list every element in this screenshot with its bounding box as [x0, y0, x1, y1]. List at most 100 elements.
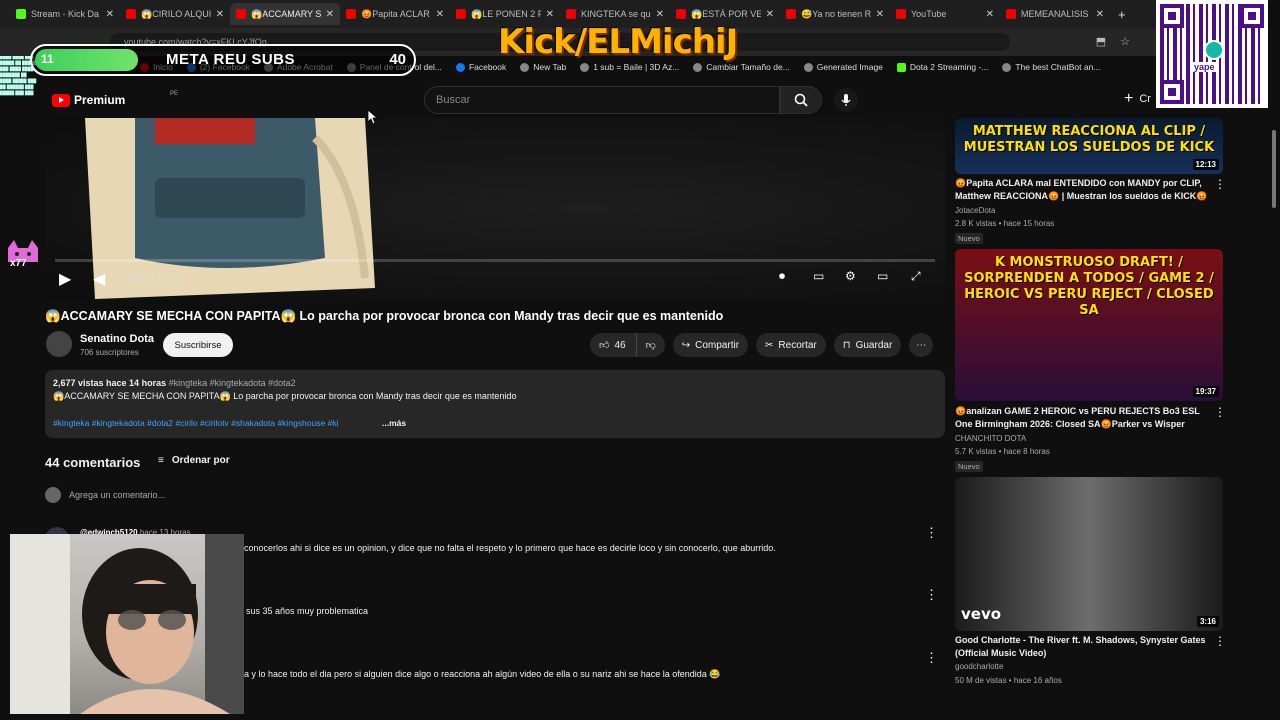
- theater-mode-icon[interactable]: ▭: [877, 269, 888, 283]
- screen: ████ ██ ██ ██ █ ██ ███ ██ ██ ██ █ ███ █ ███ ██ …: [0, 0, 1280, 720]
- youtube-logo[interactable]: Premium PE: [52, 91, 178, 107]
- browser-tab[interactable]: MEMEANALISIS ✕: [1000, 3, 1110, 25]
- bookmark-item[interactable]: Facebook: [455, 62, 507, 72]
- create-label: Cr: [1139, 93, 1151, 105]
- recommendation-thumbnail[interactable]: MATTHEW REACCIONA AL CLIP / MUESTRAN LOS…: [955, 118, 1223, 174]
- bookmark-star-icon[interactable]: ☆: [1120, 35, 1130, 48]
- mouse-cursor-icon: [368, 110, 378, 124]
- streamer-webcam: [10, 534, 244, 714]
- browser-tab[interactable]: 😅Ya no tienen R ✕: [780, 3, 890, 25]
- close-tab-icon[interactable]: ✕: [436, 9, 444, 20]
- video-title: 😱ACCAMARY SE MECHA CON PAPITA😱 Lo parcha…: [45, 309, 724, 323]
- video-description[interactable]: 2,677 vistas hace 14 horas #kingteka #ki…: [45, 370, 945, 438]
- close-tab-icon[interactable]: ✕: [1096, 9, 1104, 20]
- subscribe-button[interactable]: Suscribirse: [163, 333, 233, 357]
- close-tab-icon[interactable]: ✕: [766, 9, 774, 20]
- microphone-icon: [841, 94, 851, 106]
- autoplay-toggle-icon[interactable]: ⏺: [779, 269, 785, 284]
- channel-avatar[interactable]: [46, 331, 72, 357]
- scrollbar-thumb[interactable]: [1272, 130, 1276, 208]
- video-actions: 👍︎ 46 👎︎ ↪ Compartir ✂ Recortar ⊓ Guarda…: [590, 333, 934, 357]
- subtitles-icon[interactable]: ▭: [813, 269, 824, 283]
- recommendation-thumbnail[interactable]: vevo 3:16: [955, 477, 1223, 631]
- bookmark-item[interactable]: New Tab: [520, 62, 566, 72]
- settings-gear-icon[interactable]: ⚙: [845, 269, 856, 283]
- more-actions-button[interactable]: ⋯: [909, 333, 934, 357]
- close-tab-icon[interactable]: ✕: [656, 9, 664, 20]
- youtube-favicon-icon: [236, 9, 246, 19]
- bookmark-item[interactable]: 1 sub = Baile | 3D Az...: [580, 62, 679, 72]
- bookmark-label: 1 sub = Baile | 3D Az...: [593, 62, 680, 72]
- create-button[interactable]: + Cr: [1124, 90, 1151, 108]
- scissors-icon: ✂: [765, 339, 774, 351]
- youtube-play-icon: [52, 93, 70, 107]
- close-tab-icon[interactable]: ✕: [546, 9, 554, 20]
- bookmark-item[interactable]: Generated Image: [803, 62, 883, 72]
- user-avatar: [45, 487, 61, 503]
- bookmark-item[interactable]: Dota 2 Streaming -...: [896, 62, 988, 72]
- sort-comments-button[interactable]: ≡ Ordenar por: [158, 455, 230, 466]
- emote-count: x77: [10, 258, 27, 269]
- comment-menu-icon[interactable]: ⋮: [925, 525, 938, 541]
- youtube-favicon-icon: [346, 9, 356, 19]
- channel-name[interactable]: Senatino Dota: [80, 333, 154, 345]
- description-more-link[interactable]: ...más: [382, 418, 406, 428]
- thumbnail-text: K MONSTRUOSO DRAFT! / SORPRENDEN A TODOS…: [964, 255, 1214, 318]
- comment-text: a y lo hace todo el dia pero si alguien …: [244, 669, 721, 679]
- new-tab-icon[interactable]: +: [1118, 7, 1126, 22]
- bookmark-label: Facebook: [468, 62, 507, 72]
- like-button[interactable]: 👍︎ 46: [590, 333, 636, 357]
- browser-tab[interactable]: 😡Papita ACLAR ✕: [340, 3, 450, 25]
- bookmark-label: New Tab: [533, 62, 567, 72]
- browser-tab[interactable]: YouTube ✕: [890, 3, 1000, 25]
- tab-title: KINGTEKA se que: [581, 9, 651, 19]
- bookmark-item[interactable]: Cambiar Tamaño de...: [693, 62, 790, 72]
- browser-tab[interactable]: 😱CIRILO ALQUI ✕: [120, 3, 230, 25]
- tab-title: YouTube: [911, 9, 947, 19]
- install-icon[interactable]: ⬒: [1096, 35, 1106, 48]
- play-icon[interactable]: ▶: [59, 269, 71, 289]
- recommendation-channel[interactable]: JotaceDota: [955, 206, 995, 215]
- recommendation-menu-icon[interactable]: ⋮: [1214, 177, 1226, 191]
- save-label: Guardar: [855, 339, 893, 351]
- voice-search-button[interactable]: [834, 88, 858, 112]
- recommendation-menu-icon[interactable]: ⋮: [1214, 634, 1226, 648]
- description-top-tags[interactable]: #kingteka #kingtekadota #dota2: [169, 378, 296, 388]
- recommendation-menu-icon[interactable]: ⋮: [1214, 405, 1226, 419]
- share-button[interactable]: ↪ Compartir: [672, 333, 749, 357]
- description-views-time: 2,677 vistas hace 14 horas: [53, 378, 167, 388]
- close-tab-icon[interactable]: ✕: [876, 9, 884, 20]
- comment-menu-icon[interactable]: ⋮: [925, 650, 938, 666]
- video-player[interactable]: ▶ ◀ 0:00 / 14:10 ⏺ ▭ ⚙ ▭ ⤢: [45, 118, 945, 299]
- add-comment-input[interactable]: Agrega un comentario...: [69, 490, 165, 500]
- volume-icon[interactable]: ◀: [93, 269, 105, 289]
- plus-icon: +: [1124, 90, 1134, 107]
- fullscreen-icon[interactable]: ⤢: [911, 269, 921, 284]
- recommendation-title[interactable]: 😡Papita ACLARA mal ENTENDIDO con MANDY p…: [955, 177, 1210, 203]
- video-progress-bar[interactable]: [55, 259, 935, 262]
- close-tab-icon[interactable]: ✕: [106, 9, 114, 20]
- close-tab-icon[interactable]: ✕: [986, 9, 994, 20]
- recommendation-title[interactable]: 😡analizan GAME 2 HEROIC vs PERU REJECTS …: [955, 405, 1210, 431]
- recommendation-thumbnail[interactable]: K MONSTRUOSO DRAFT! / SORPRENDEN A TODOS…: [955, 249, 1223, 401]
- search-button[interactable]: [780, 86, 822, 114]
- comment-menu-icon[interactable]: ⋮: [925, 587, 938, 603]
- close-tab-icon[interactable]: ✕: [216, 9, 224, 20]
- save-button[interactable]: ⊓ Guardar: [833, 333, 902, 357]
- bookmark-item[interactable]: The best ChatBot an...: [1002, 62, 1100, 72]
- clip-button[interactable]: ✂ Recortar: [756, 333, 826, 357]
- youtube-favicon-icon: [676, 9, 686, 19]
- search-input[interactable]: Buscar: [424, 86, 780, 114]
- bookmark-favicon-icon: [580, 62, 590, 72]
- description-hashtags[interactable]: #kingteka #kingtekadota #dota2 #cirilo #…: [53, 418, 338, 428]
- browser-tab[interactable]: 😱ACCAMARY S ✕: [230, 3, 340, 25]
- recommendation-title[interactable]: Good Charlotte - The River ft. M. Shadow…: [955, 634, 1210, 660]
- sort-icon: ≡: [158, 455, 164, 466]
- recommendation-channel[interactable]: CHANCHITO DOTA: [955, 434, 1026, 443]
- browser-tab[interactable]: Stream - Kick Da ✕: [10, 3, 120, 25]
- recommendation-channel[interactable]: goodcharlotte: [955, 662, 1003, 671]
- new-badge: Nuevo: [955, 233, 983, 244]
- close-tab-icon[interactable]: ✕: [326, 9, 334, 20]
- bookmark-favicon-icon: [455, 62, 465, 72]
- dislike-button[interactable]: 👎︎: [635, 333, 665, 357]
